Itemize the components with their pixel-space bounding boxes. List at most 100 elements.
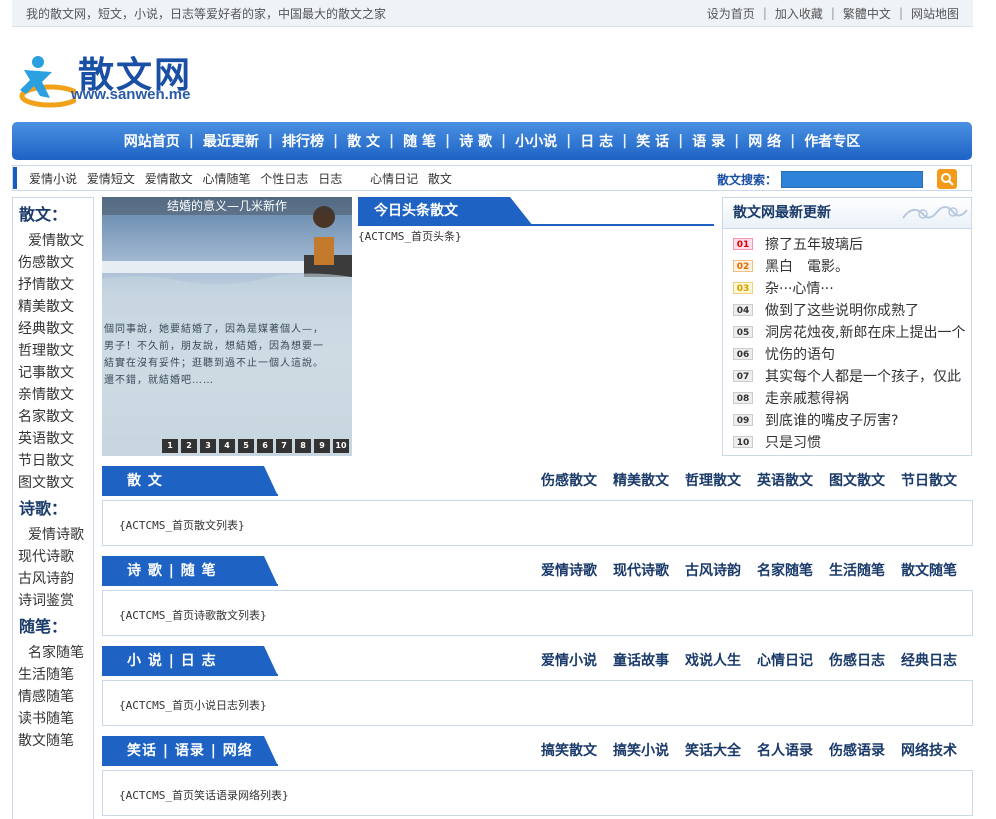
latest-link[interactable]: 黑白 電影。	[765, 256, 849, 276]
section-link[interactable]: 笑话大全	[685, 736, 741, 766]
nav-home[interactable]: 网站首页	[115, 131, 189, 151]
section-link[interactable]: 经典日志	[901, 646, 957, 676]
slide-page-button[interactable]: 2	[181, 439, 197, 453]
list-item[interactable]: 08 走亲戚惹得祸	[733, 387, 971, 409]
latest-updates-panel: 散文网最新更新 01 擦了五年玻璃后 02 黑白 電影。 03 杂···心情··· 0…	[722, 197, 972, 456]
latest-link[interactable]: 到底谁的嘴皮子厉害?	[765, 410, 898, 430]
subnav-link[interactable]: 心情日记	[370, 172, 418, 186]
list-item[interactable]: 03 杂···心情···	[733, 277, 971, 299]
section-title[interactable]: 笑话 | 语录 | 网络	[102, 736, 278, 766]
latest-link[interactable]: 走亲戚惹得祸	[765, 388, 849, 408]
subnav-link[interactable]: 散文	[428, 172, 452, 186]
section-link[interactable]: 图文散文	[829, 466, 885, 496]
list-item[interactable]: 06 忧伤的语句	[733, 343, 971, 365]
subnav-link[interactable]: 个性日志	[260, 172, 308, 186]
latest-link[interactable]: 做到了这些说明你成熟了	[765, 300, 919, 320]
nav-diary[interactable]: 日 志	[571, 131, 622, 151]
section-link[interactable]: 节日散文	[901, 466, 957, 496]
section-link[interactable]: 爱情小说	[541, 646, 597, 676]
headline-placeholder: {ACTCMS_首页头条}	[358, 230, 462, 243]
section-link[interactable]: 名家随笔	[757, 556, 813, 586]
slide-page-button[interactable]: 1	[162, 439, 178, 453]
logo-figure-icon	[19, 56, 76, 108]
section-link[interactable]: 古风诗韵	[685, 556, 741, 586]
sidebar-poetry-links[interactable]: 爱情诗歌 现代诗歌 古风诗韵 诗词鉴赏	[18, 524, 89, 612]
latest-link[interactable]: 忧伤的语句	[765, 344, 835, 364]
nav-jokes[interactable]: 笑 话	[627, 131, 678, 151]
slide-page-button[interactable]: 7	[276, 439, 292, 453]
section-title[interactable]: 散 文	[102, 466, 278, 496]
slide-page-button[interactable]: 4	[219, 439, 235, 453]
section-link[interactable]: 心情日记	[757, 646, 813, 676]
section-link[interactable]: 名人语录	[757, 736, 813, 766]
section-link[interactable]: 伤感语录	[829, 736, 885, 766]
section-links: 搞笑散文 搞笑小说 笑话大全 名人语录 伤感语录 网络技术	[525, 736, 957, 766]
nav-ranking[interactable]: 排行榜	[273, 131, 333, 151]
list-item[interactable]: 05 洞房花烛夜,新郎在床上提出一个	[733, 321, 971, 343]
section-link[interactable]: 爱情诗歌	[541, 556, 597, 586]
swirl-ornament-icon	[902, 206, 968, 219]
latest-link[interactable]: 杂···心情···	[765, 278, 834, 298]
list-item[interactable]: 01 擦了五年玻璃后	[733, 233, 971, 255]
latest-link[interactable]: 只是习惯	[765, 432, 821, 452]
search-button[interactable]	[937, 169, 957, 189]
nav-authors[interactable]: 作者专区	[795, 131, 869, 151]
latest-link[interactable]: 擦了五年玻璃后	[765, 234, 863, 254]
sidebar-essay-links[interactable]: 名家随笔 生活随笔 情感随笔 读书随笔 散文随笔	[18, 642, 89, 752]
rank-badge: 10	[733, 436, 753, 448]
section-link[interactable]: 搞笑散文	[541, 736, 597, 766]
subnav-link[interactable]: 心情随笔	[203, 172, 251, 186]
section-link[interactable]: 精美散文	[613, 466, 669, 496]
list-item[interactable]: 02 黑白 電影。	[733, 255, 971, 277]
section-link[interactable]: 生活随笔	[829, 556, 885, 586]
section-link[interactable]: 童话故事	[613, 646, 669, 676]
section-jokes-quotes: 笑话 | 语录 | 网络 搞笑散文 搞笑小说 笑话大全 名人语录 伤感语录 网络…	[102, 736, 973, 816]
slide-page-button[interactable]: 3	[200, 439, 216, 453]
nav-network[interactable]: 网 络	[739, 131, 790, 151]
list-item[interactable]: 09 到底谁的嘴皮子厉害?	[733, 409, 971, 431]
subnav-link[interactable]: 爱情小说	[29, 172, 77, 186]
search-input[interactable]	[781, 170, 923, 188]
list-item[interactable]: 04 做到了这些说明你成熟了	[733, 299, 971, 321]
slide-page-button[interactable]: 10	[333, 439, 349, 453]
latest-link[interactable]: 其实每个人都是一个孩子，仅此	[765, 366, 961, 386]
section-title[interactable]: 小 说 | 日 志	[102, 646, 278, 676]
section-link[interactable]: 网络技术	[901, 736, 957, 766]
subnav-link[interactable]: 日志	[318, 172, 342, 186]
nav-quotes[interactable]: 语 录	[683, 131, 734, 151]
slide-page-button[interactable]: 6	[257, 439, 273, 453]
traditional-chinese-link[interactable]: 繁體中文	[843, 5, 891, 22]
list-item[interactable]: 10 只是习惯	[733, 431, 971, 453]
section-link[interactable]: 伤感散文	[541, 466, 597, 496]
nav-essay[interactable]: 随 笔	[394, 131, 445, 151]
set-homepage-link[interactable]: 设为首页	[707, 5, 755, 22]
slide-page-button[interactable]: 5	[238, 439, 254, 453]
nav-prose[interactable]: 散 文	[338, 131, 389, 151]
site-logo[interactable]: 散文网 www.sanwen.me	[16, 46, 216, 108]
featured-slideshow[interactable]: 结婚的意义—几米新作 個同事說，她要結婚了，因為是媒著個人—， 男子！不久前，朋…	[102, 197, 352, 456]
section-link[interactable]: 现代诗歌	[613, 556, 669, 586]
slide-page-button[interactable]: 9	[314, 439, 330, 453]
nav-poetry[interactable]: 诗 歌	[450, 131, 501, 151]
section-link[interactable]: 戏说人生	[685, 646, 741, 676]
section-link[interactable]: 哲理散文	[685, 466, 741, 496]
section-link[interactable]: 伤感日志	[829, 646, 885, 676]
subnav-link[interactable]: 爱情短文	[87, 172, 135, 186]
latest-link[interactable]: 洞房花烛夜,新郎在床上提出一个	[765, 322, 965, 342]
slide-page-button[interactable]: 8	[295, 439, 311, 453]
sidebar-prose-links[interactable]: 爱情散文 伤感散文 抒情散文 精美散文 经典散文 哲理散文 记事散文 亲情散文 …	[18, 230, 89, 494]
section-link[interactable]: 英语散文	[757, 466, 813, 496]
subnav-link[interactable]: 爱情散文	[145, 172, 193, 186]
sitemap-link[interactable]: 网站地图	[911, 5, 959, 22]
latest-list: 01 擦了五年玻璃后 02 黑白 電影。 03 杂···心情··· 04 做到了这些说明…	[723, 229, 971, 453]
slide-pager: 1 2 3 4 5 6 7 8 9 10	[162, 439, 352, 453]
section-title[interactable]: 诗 歌 | 随 笔	[102, 556, 278, 586]
list-item[interactable]: 07 其实每个人都是一个孩子，仅此	[733, 365, 971, 387]
nav-recent[interactable]: 最近更新	[194, 131, 268, 151]
rank-badge: 03	[733, 282, 753, 294]
slide-poem: 個同事說，她要結婚了，因為是媒著個人—， 男子！不久前，朋友說，想結婚，因為想要…	[104, 324, 324, 386]
add-favorite-link[interactable]: 加入收藏	[775, 5, 823, 22]
nav-short-story[interactable]: 小小说	[506, 131, 566, 151]
section-link[interactable]: 散文随笔	[901, 556, 957, 586]
section-link[interactable]: 搞笑小说	[613, 736, 669, 766]
